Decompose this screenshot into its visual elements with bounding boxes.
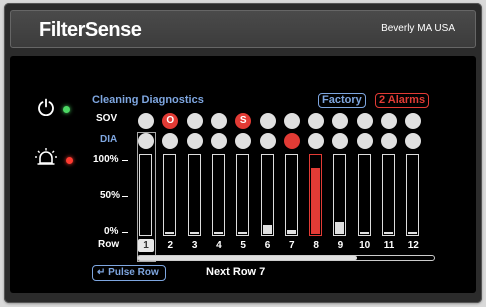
row-number[interactable]: 9 (332, 239, 348, 252)
dia-status-dot (235, 133, 252, 149)
alarm-led (66, 157, 73, 164)
dia-status-dot (186, 133, 203, 149)
screen-title: Cleaning Diagnostics (92, 94, 204, 106)
level-bar (163, 154, 177, 236)
dia-status-dot (138, 133, 154, 149)
level-bar (211, 154, 225, 236)
level-fill (165, 232, 175, 234)
row-number[interactable]: 6 (260, 239, 276, 252)
level-bar (382, 154, 395, 236)
progress-fill (138, 256, 358, 260)
sov-status-dot: O (162, 113, 179, 129)
sov-status-dot (356, 113, 373, 129)
sov-status-dot (283, 113, 300, 129)
sov-status-dot (138, 113, 154, 129)
level-fill (384, 232, 393, 234)
alarm-bell-icon (35, 148, 57, 165)
sov-status-dot: S (235, 113, 252, 129)
pulse-row-label: Pulse Row (108, 267, 159, 278)
row-number[interactable]: 11 (381, 239, 397, 252)
dia-status-dot (332, 133, 349, 149)
dia-status-dot (210, 133, 227, 149)
power-icon (38, 98, 54, 116)
sov-status-dot (332, 113, 349, 129)
row-number[interactable]: 4 (211, 239, 227, 252)
level-bar (139, 154, 152, 236)
sov-status-dot (259, 113, 276, 129)
level-bar (309, 154, 323, 236)
level-fill (189, 232, 199, 234)
level-bar (406, 154, 420, 236)
factory-button[interactable]: Factory (318, 93, 366, 108)
location-label: Beverly MA USA (381, 23, 455, 34)
level-bar (333, 154, 347, 236)
pct100-label: 100% (93, 154, 119, 165)
row-number[interactable]: 12 (405, 239, 421, 252)
row-label: Row (98, 239, 120, 250)
alarms-button[interactable]: 2 Alarms (375, 93, 430, 108)
pulse-row-button[interactable]: ↵ Pulse Row (92, 265, 166, 281)
power-led (63, 106, 70, 113)
dia-label: DIA (100, 134, 118, 145)
brand-logo: FilterSense (39, 19, 142, 41)
dia-status-dot (381, 133, 397, 149)
row-number[interactable]: 2 (162, 239, 178, 252)
pct0-label: 0% (104, 226, 119, 237)
sov-status-dot (405, 113, 422, 129)
dia-status-dot (308, 133, 325, 149)
dia-status-dot (162, 133, 179, 149)
level-fill (311, 168, 321, 234)
sov-status-dot (381, 113, 397, 129)
row-number[interactable]: 10 (357, 239, 373, 252)
level-fill (408, 232, 418, 234)
controller-panel: FilterSense Beverly MA USA Cleaning Diag… (4, 3, 482, 303)
dia-status-dot (283, 133, 300, 149)
row-number[interactable]: 5 (235, 239, 251, 252)
next-row-label: Next Row 7 (206, 266, 266, 278)
level-bar (284, 154, 298, 236)
display-screen: Cleaning Diagnostics Factory 2 Alarms SO… (10, 56, 476, 293)
tick-0 (122, 232, 128, 233)
sov-status-dot (210, 113, 227, 129)
level-bar (357, 154, 371, 236)
dia-status-dot (259, 133, 276, 149)
row-number[interactable]: 3 (187, 239, 203, 252)
level-fill (238, 232, 248, 234)
level-fill (359, 232, 369, 234)
pct50-label: 50% (100, 190, 121, 201)
sov-status-dot (186, 113, 203, 129)
row-number[interactable]: 1 (138, 239, 154, 252)
return-arrow-icon: ↵ (97, 267, 106, 278)
dia-status-dot (356, 133, 373, 149)
tick-50 (122, 196, 128, 197)
level-fill (262, 225, 272, 234)
sov-label: SOV (96, 113, 118, 124)
level-fill (335, 222, 345, 234)
level-bar (236, 154, 250, 236)
row-number[interactable]: 8 (308, 239, 324, 252)
level-bar (260, 154, 274, 236)
tick-100 (122, 160, 128, 161)
header-bar: FilterSense Beverly MA USA (10, 10, 476, 48)
level-bar (187, 154, 201, 236)
level-fill (286, 230, 296, 234)
level-fill (213, 232, 223, 234)
row-number[interactable]: 7 (284, 239, 300, 252)
dia-status-dot (405, 133, 422, 149)
sov-status-dot (308, 113, 325, 129)
progress-bar (137, 255, 435, 261)
